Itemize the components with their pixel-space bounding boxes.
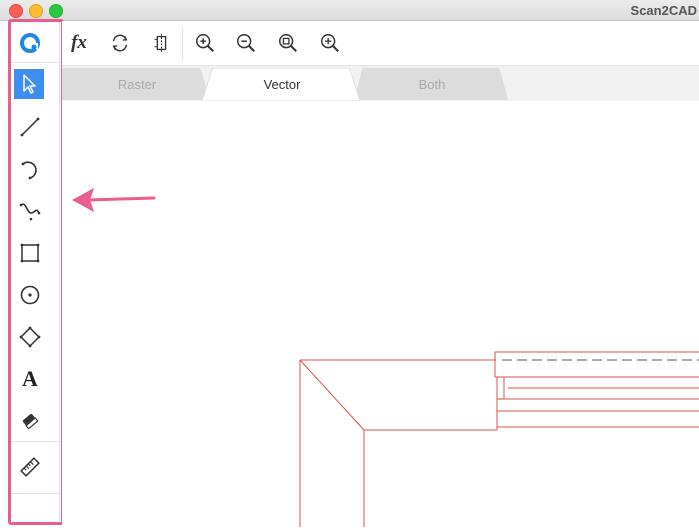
select-cursor-icon — [23, 74, 36, 94]
text-tool-icon: A — [22, 366, 38, 391]
tab-both[interactable]: Both — [352, 68, 512, 100]
eraser-tool[interactable] — [14, 406, 46, 436]
window-title: Scan2CAD — [630, 3, 697, 18]
zoom-out-button[interactable] — [233, 30, 259, 56]
select-tool[interactable] — [14, 69, 44, 99]
drawing-canvas[interactable] — [62, 101, 699, 527]
tab-raster-label: Raster — [117, 77, 157, 92]
scan2cad-logo-icon — [20, 33, 40, 53]
curve-tool[interactable] — [14, 196, 46, 226]
zoom-out-icon — [237, 34, 255, 52]
zoom-in-button[interactable] — [192, 30, 218, 56]
rectangle-tool[interactable] — [14, 238, 46, 268]
mirror-icon — [154, 33, 167, 53]
app-logo — [14, 28, 46, 58]
line-icon — [20, 117, 40, 137]
rotate-icon — [112, 34, 128, 52]
circle-tool[interactable] — [14, 280, 46, 310]
rectangle-icon — [20, 243, 40, 263]
polygon-icon — [19, 326, 41, 348]
sidebar-divider — [8, 441, 59, 442]
eraser-icon — [22, 413, 39, 430]
minimize-window-button[interactable] — [29, 4, 43, 18]
sidebar-divider — [8, 62, 59, 63]
sidebar-divider — [8, 493, 59, 494]
top-toolbar: fx — [62, 21, 699, 66]
view-tab-bar: Raster Both Vector — [62, 66, 699, 102]
tool-sidebar: A — [8, 21, 60, 521]
circle-icon — [20, 285, 40, 305]
rotate-button[interactable] — [107, 30, 133, 56]
mirror-button[interactable] — [148, 30, 174, 56]
drawing-line — [299, 359, 365, 431]
text-tool[interactable]: A — [14, 364, 46, 394]
tab-vector[interactable]: Vector — [202, 68, 362, 101]
tab-raster[interactable]: Raster — [62, 68, 212, 100]
zoom-extents-icon — [321, 34, 339, 52]
zoom-extents-button[interactable] — [317, 30, 343, 56]
zoom-fit-button[interactable] — [275, 30, 301, 56]
vector-drawing — [299, 351, 699, 527]
drawing-rect — [494, 351, 699, 378]
window-titlebar: Scan2CAD — [0, 0, 699, 21]
measure-tool[interactable] — [14, 452, 46, 482]
function-button[interactable]: fx — [66, 30, 92, 56]
zoom-fit-icon — [279, 34, 297, 52]
ruler-icon — [20, 457, 40, 477]
close-window-button[interactable] — [9, 4, 23, 18]
pointer-arrow-annotation — [72, 188, 156, 212]
toolbar-separator — [182, 27, 183, 61]
line-tool[interactable] — [14, 112, 46, 142]
arc-tool[interactable] — [14, 154, 46, 184]
arc-icon — [21, 161, 37, 180]
polygon-tool[interactable] — [14, 322, 46, 352]
tab-vector-label: Vector — [263, 77, 301, 92]
function-icon: fx — [71, 32, 87, 53]
tab-both-label: Both — [418, 77, 446, 92]
zoom-in-icon — [196, 34, 214, 52]
curve-icon — [19, 203, 41, 221]
zoom-window-button[interactable] — [49, 4, 63, 18]
